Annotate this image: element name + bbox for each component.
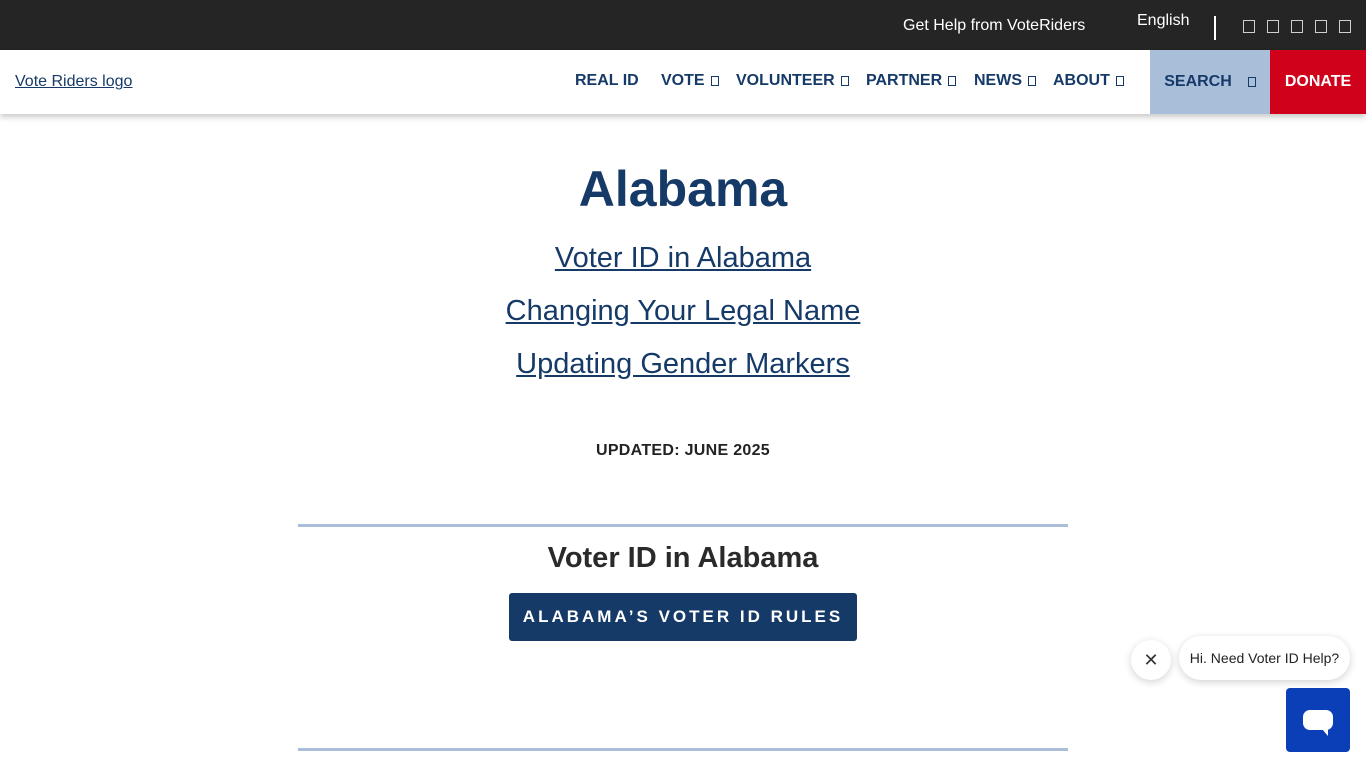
chevron-down-icon: [710, 76, 719, 86]
section-divider-top: [298, 524, 1068, 527]
facebook-icon[interactable]: [1243, 20, 1255, 33]
social-links: [1243, 20, 1351, 33]
jump-link-voter-id[interactable]: Voter ID in Alabama: [0, 242, 1366, 275]
site-logo[interactable]: Vote Riders logo: [15, 73, 132, 91]
jump-link-legal-name[interactable]: Changing Your Legal Name: [0, 295, 1366, 328]
chat-greeting-bubble[interactable]: Hi. Need Voter ID Help?: [1179, 636, 1350, 680]
chevron-down-icon: [1028, 76, 1036, 86]
updated-date: UPDATED: JUNE 2025: [595, 442, 771, 459]
jump-link-label: Changing Your Legal Name: [505, 295, 861, 327]
search-button[interactable]: SEARCH: [1150, 50, 1270, 114]
close-icon: ✕: [1143, 649, 1159, 670]
top-utility-bar: Get Help from VoteRiders English: [0, 0, 1366, 50]
youtube-icon[interactable]: [1315, 20, 1327, 33]
search-icon: [1247, 77, 1256, 87]
language-selector[interactable]: English: [1137, 12, 1189, 30]
nav-item-label: ABOUT: [1053, 72, 1110, 89]
nav-item-label: VOLUNTEER: [736, 72, 835, 89]
nav-item-label: NEWS: [974, 72, 1022, 89]
rules-button-label: ALABAMA’S VOTER ID RULES: [522, 607, 844, 626]
nav-item-partner[interactable]: PARTNER: [866, 72, 957, 90]
nav-item-real-id[interactable]: REAL ID: [575, 72, 639, 90]
instagram-icon[interactable]: [1291, 20, 1303, 33]
nav-item-about[interactable]: ABOUT: [1053, 72, 1124, 90]
chat-close-button[interactable]: ✕: [1131, 640, 1171, 680]
logo-alt-text: Vote Riders logo: [15, 73, 133, 90]
chat-greeting-text: Hi. Need Voter ID Help?: [1189, 650, 1340, 666]
linkedin-icon[interactable]: [1339, 20, 1351, 33]
section-divider-bottom: [298, 748, 1068, 751]
search-label: SEARCH: [1164, 73, 1232, 90]
voter-id-rules-button[interactable]: ALABAMA’S VOTER ID RULES: [509, 593, 857, 641]
donate-button[interactable]: DONATE: [1270, 50, 1366, 114]
nav-item-label: PARTNER: [866, 72, 943, 89]
section-title: Voter ID in Alabama: [547, 542, 819, 574]
nav-item-volunteer[interactable]: VOLUNTEER: [736, 72, 849, 90]
nav-item-news[interactable]: NEWS: [974, 72, 1036, 90]
chevron-down-icon: [1115, 76, 1124, 86]
nav-item-label: REAL ID: [575, 72, 639, 89]
chat-launcher-button[interactable]: [1286, 688, 1350, 752]
donate-label: DONATE: [1284, 73, 1352, 90]
nav-item-vote[interactable]: VOTE: [661, 72, 719, 90]
chevron-down-icon: [840, 76, 849, 86]
jump-link-label: Updating Gender Markers: [516, 348, 850, 380]
twitter-icon[interactable]: [1267, 20, 1279, 33]
chevron-down-icon: [948, 76, 957, 86]
jump-link-gender-markers[interactable]: Updating Gender Markers: [0, 348, 1366, 381]
jump-link-label: Voter ID in Alabama: [554, 242, 812, 274]
main-navbar: Vote Riders logo REAL ID VOTE VOLUNTEER …: [0, 50, 1366, 114]
nav-item-label: VOTE: [661, 72, 705, 89]
get-help-link[interactable]: Get Help from VoteRiders: [903, 17, 1085, 35]
topbar-divider: [1214, 16, 1216, 40]
chat-icon: [1303, 710, 1333, 736]
page-title: Alabama: [578, 161, 788, 217]
